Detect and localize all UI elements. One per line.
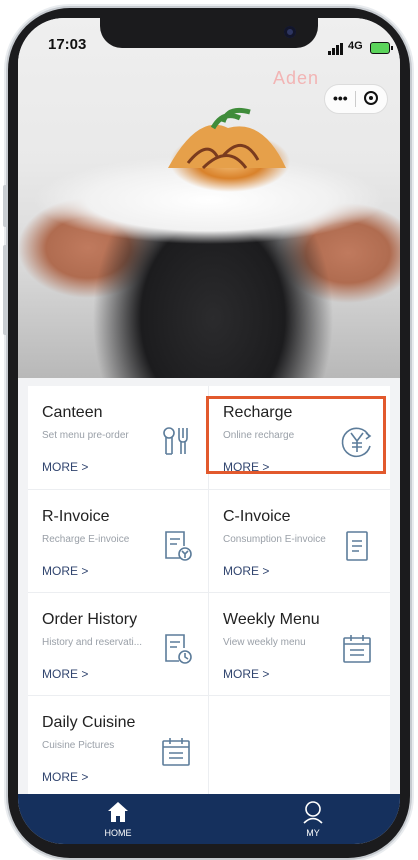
- more-link[interactable]: MORE >: [42, 564, 88, 578]
- tile-weekly-menu[interactable]: Weekly Menu View weekly menu MORE >: [209, 593, 389, 695]
- more-link[interactable]: MORE >: [42, 667, 88, 681]
- highlight-box: [206, 396, 386, 474]
- close-miniprogram-icon[interactable]: [364, 91, 378, 105]
- tile-title: Daily Cuisine: [42, 714, 136, 731]
- front-camera: [284, 26, 296, 38]
- tile-title: C-Invoice: [223, 508, 291, 525]
- capsule-divider: [355, 91, 356, 107]
- calendar-icon: [162, 738, 190, 766]
- more-link[interactable]: MORE >: [42, 460, 88, 474]
- food-plate-illustration: [168, 107, 286, 170]
- signal-icon: [328, 43, 348, 55]
- network-type: 4G: [348, 40, 363, 52]
- battery-icon: [370, 42, 393, 54]
- tab-label: MY: [306, 828, 320, 838]
- tab-my[interactable]: MY: [263, 794, 363, 844]
- tab-label: HOME: [104, 828, 132, 838]
- tile-title: R-Invoice: [42, 508, 110, 525]
- hero-banner-image: 17:03 4G Aden •••: [18, 18, 400, 378]
- more-link[interactable]: MORE >: [223, 667, 269, 681]
- invoice-yen-icon: [165, 531, 192, 561]
- home-icon: [108, 802, 128, 822]
- tile-title: Canteen: [42, 404, 103, 421]
- grid-divider: [208, 695, 209, 798]
- tile-canteen[interactable]: Canteen Set menu pre-order MORE >: [28, 386, 208, 488]
- status-time: 17:03: [48, 36, 87, 53]
- tile-title: Weekly Menu: [223, 611, 320, 628]
- app-screen: 17:03 4G Aden ••• Canteen Set menu pre-o…: [18, 18, 400, 844]
- notch: [100, 18, 318, 48]
- tile-subtitle: View weekly menu: [223, 637, 306, 648]
- history-icon: [165, 634, 192, 664]
- tile-title: Order History: [42, 611, 138, 628]
- tile-subtitle: Consumption E-invoice: [223, 534, 326, 545]
- mini-program-capsule: •••: [324, 84, 388, 114]
- tile-subtitle: Set menu pre-order: [42, 430, 129, 441]
- tile-c-invoice[interactable]: C-Invoice Consumption E-invoice MORE >: [209, 490, 389, 592]
- more-options-icon[interactable]: •••: [333, 90, 348, 106]
- bottom-tab-bar: HOME MY: [18, 794, 400, 844]
- more-link[interactable]: MORE >: [42, 770, 88, 784]
- utensils-icon: [163, 427, 188, 455]
- document-icon: [346, 531, 368, 561]
- tile-r-invoice[interactable]: R-Invoice Recharge E-invoice MORE >: [28, 490, 208, 592]
- volume-up-button: [3, 185, 8, 227]
- tile-daily-cuisine[interactable]: Daily Cuisine Cuisine Pictures MORE >: [28, 696, 208, 798]
- volume-down-button: [3, 245, 8, 335]
- tile-subtitle: History and reservati...: [42, 637, 143, 648]
- tile-subtitle: Cuisine Pictures: [42, 740, 115, 751]
- calendar-icon: [343, 635, 371, 663]
- more-link[interactable]: MORE >: [223, 564, 269, 578]
- tab-home[interactable]: HOME: [68, 794, 168, 844]
- brand-logo: Aden: [273, 68, 320, 88]
- tile-subtitle: Recharge E-invoice: [42, 534, 130, 545]
- tile-order-history[interactable]: Order History History and reservati... M…: [28, 593, 208, 695]
- user-icon: [303, 801, 323, 824]
